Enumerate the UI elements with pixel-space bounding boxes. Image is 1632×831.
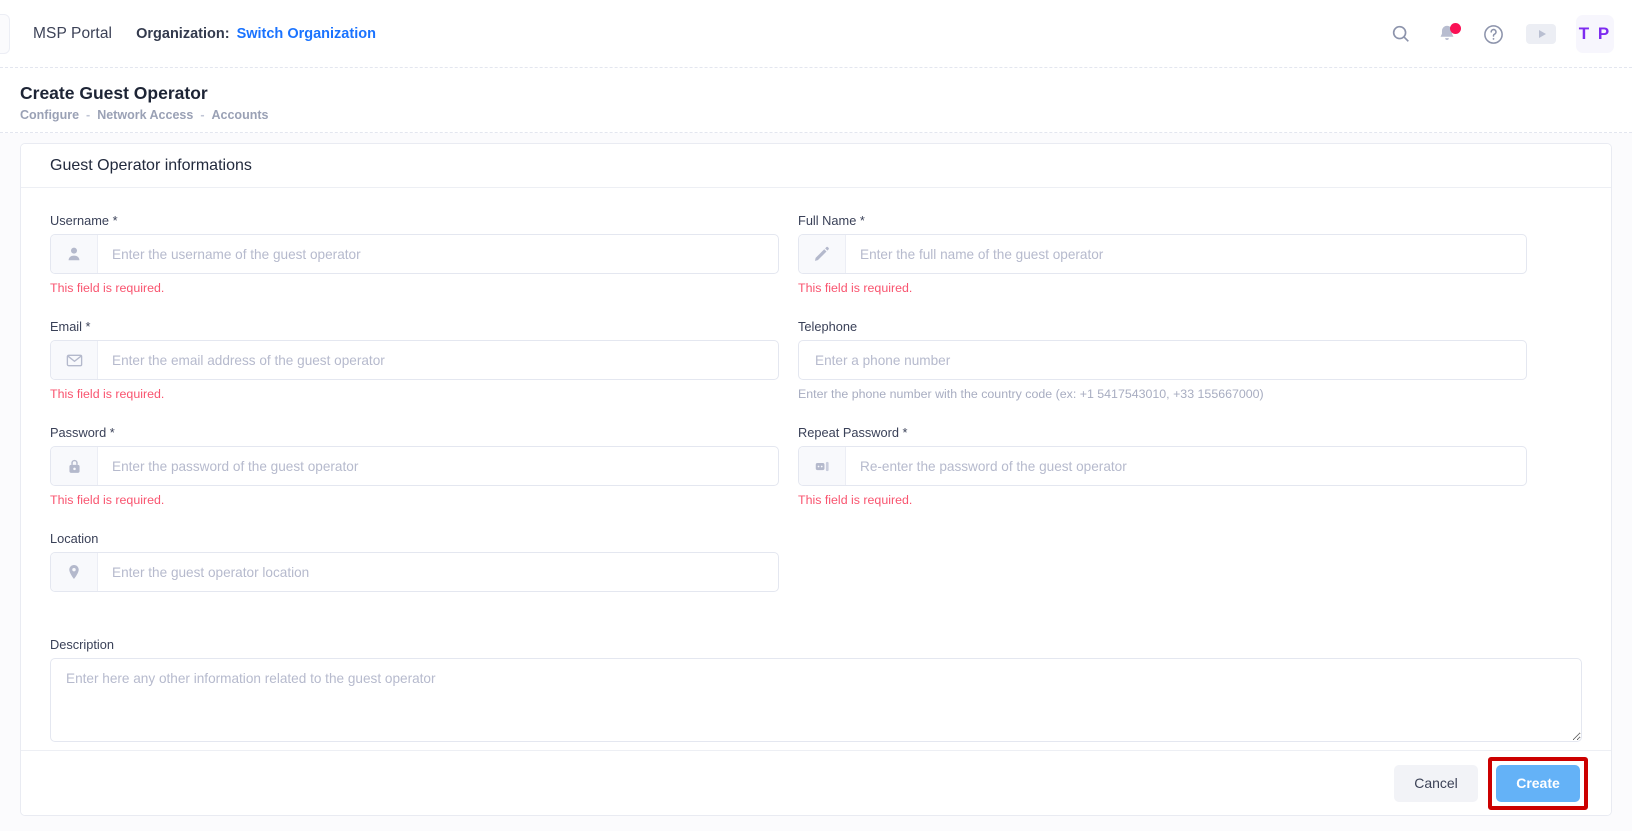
question-circle-icon[interactable] [1480, 21, 1506, 47]
top-navigation-bar: MSP Portal Organization: Switch Organiza… [0, 0, 1632, 68]
cancel-button[interactable]: Cancel [1394, 764, 1478, 802]
notification-badge [1450, 23, 1461, 34]
row-spacer [50, 297, 1582, 319]
form-row-4-empty [798, 531, 1527, 615]
password-input[interactable] [98, 447, 778, 485]
play-icon[interactable] [1526, 24, 1556, 44]
fullname-input[interactable] [846, 235, 1526, 273]
username-label: Username * [50, 213, 118, 228]
email-error: This field is required. [50, 387, 165, 401]
organization-selector: Organization: Switch Organization [136, 26, 376, 42]
card-title: Guest Operator informations [50, 156, 252, 174]
breadcrumb: Configure - Network Access - Accounts [20, 108, 1632, 122]
breadcrumb-item-accounts[interactable]: Accounts [212, 108, 269, 122]
location-spacer [50, 599, 779, 615]
telephone-inputbox[interactable] [798, 340, 1527, 380]
breadcrumb-item-network-access[interactable]: Network Access [97, 108, 193, 122]
email-inputbox[interactable] [50, 340, 779, 380]
fullname-inputbox[interactable] [798, 234, 1527, 274]
location-input[interactable] [98, 553, 778, 591]
repeat-password-inputbox[interactable] [798, 446, 1527, 486]
form-row-1: Username * This field is required. [50, 213, 1582, 297]
email-label: Email * [50, 319, 91, 334]
bell-icon[interactable] [1434, 21, 1461, 47]
description-textarea[interactable] [50, 658, 1582, 742]
password-error: This field is required. [50, 493, 165, 507]
email-input[interactable] [98, 341, 778, 379]
lock-icon [51, 447, 98, 485]
username-input[interactable] [98, 235, 778, 273]
sidebar-collapse-handle[interactable] [0, 14, 10, 54]
form-field-username: Username * This field is required. [50, 213, 779, 297]
repeat-password-error: This field is required. [798, 493, 913, 507]
description-label: Description [50, 637, 115, 652]
password-label: Password * [50, 425, 115, 440]
form-row-3: Password * This field is r [50, 425, 1582, 509]
user-icon [51, 235, 98, 273]
password-inputbox[interactable] [50, 446, 779, 486]
location-inputbox[interactable] [50, 552, 779, 592]
card-header: Guest Operator informations [21, 144, 1611, 188]
lock-repeat-icon [799, 447, 846, 485]
row-spacer [50, 509, 1582, 531]
form-field-location: Location [50, 531, 779, 615]
top-bar-actions: T P [1388, 0, 1614, 68]
create-button-highlight: Create [1488, 756, 1588, 810]
fullname-error: This field is required. [798, 281, 913, 295]
row-spacer [50, 615, 1582, 637]
username-error: This field is required. [50, 281, 165, 295]
telephone-label: Telephone [798, 319, 858, 334]
breadcrumb-separator: - [86, 108, 91, 122]
form-body: Username * This field is required. [21, 188, 1611, 750]
fullname-label: Full Name * [798, 213, 865, 228]
map-pin-icon [51, 553, 98, 591]
avatar[interactable]: T P [1576, 15, 1614, 53]
form-row-2: Email * This field is required. [50, 319, 1582, 403]
telephone-hint: Enter the phone number with the country … [798, 387, 1264, 401]
username-inputbox[interactable] [50, 234, 779, 274]
organization-label: Organization: [136, 25, 230, 42]
form-row-4: Location [50, 531, 1582, 615]
telephone-input[interactable] [799, 341, 1526, 379]
app-root: MSP Portal Organization: Switch Organiza… [0, 0, 1632, 831]
form-field-repeat-password: Repeat Password * Re-enter the password … [798, 425, 1527, 509]
content-area: Guest Operator informations Username * E… [0, 133, 1632, 831]
breadcrumb-item-configure[interactable]: Configure [20, 108, 79, 122]
brand-title: MSP Portal [33, 24, 113, 42]
repeat-password-label: Repeat Password * [798, 425, 908, 440]
form-field-description: Description [50, 637, 1582, 747]
guest-operator-form-card: Guest Operator informations Username * E… [20, 143, 1612, 816]
page-title: Create Guest Operator [20, 83, 208, 103]
envelope-icon [51, 341, 98, 379]
row-spacer [50, 403, 1582, 425]
form-field-fullname: Full Name * This field is required. [798, 213, 1527, 297]
form-footer: Cancel Create [21, 750, 1611, 815]
location-label: Location [50, 531, 99, 546]
form-field-email: Email * This field is required. [50, 319, 779, 403]
form-field-telephone: Telephone Enter the phone number with th… [798, 319, 1527, 403]
switch-organization-link[interactable]: Switch Organization [237, 26, 376, 42]
form-field-password: Password * This field is r [50, 425, 779, 509]
page-header: Create Guest Operator Configure - Networ… [0, 68, 1632, 133]
create-button[interactable]: Create [1496, 764, 1580, 802]
pencil-icon [799, 235, 846, 273]
play-triangle [1538, 30, 1546, 38]
search-icon[interactable] [1388, 21, 1414, 47]
repeat-password-input[interactable] [846, 447, 1526, 485]
breadcrumb-separator: - [200, 108, 205, 122]
